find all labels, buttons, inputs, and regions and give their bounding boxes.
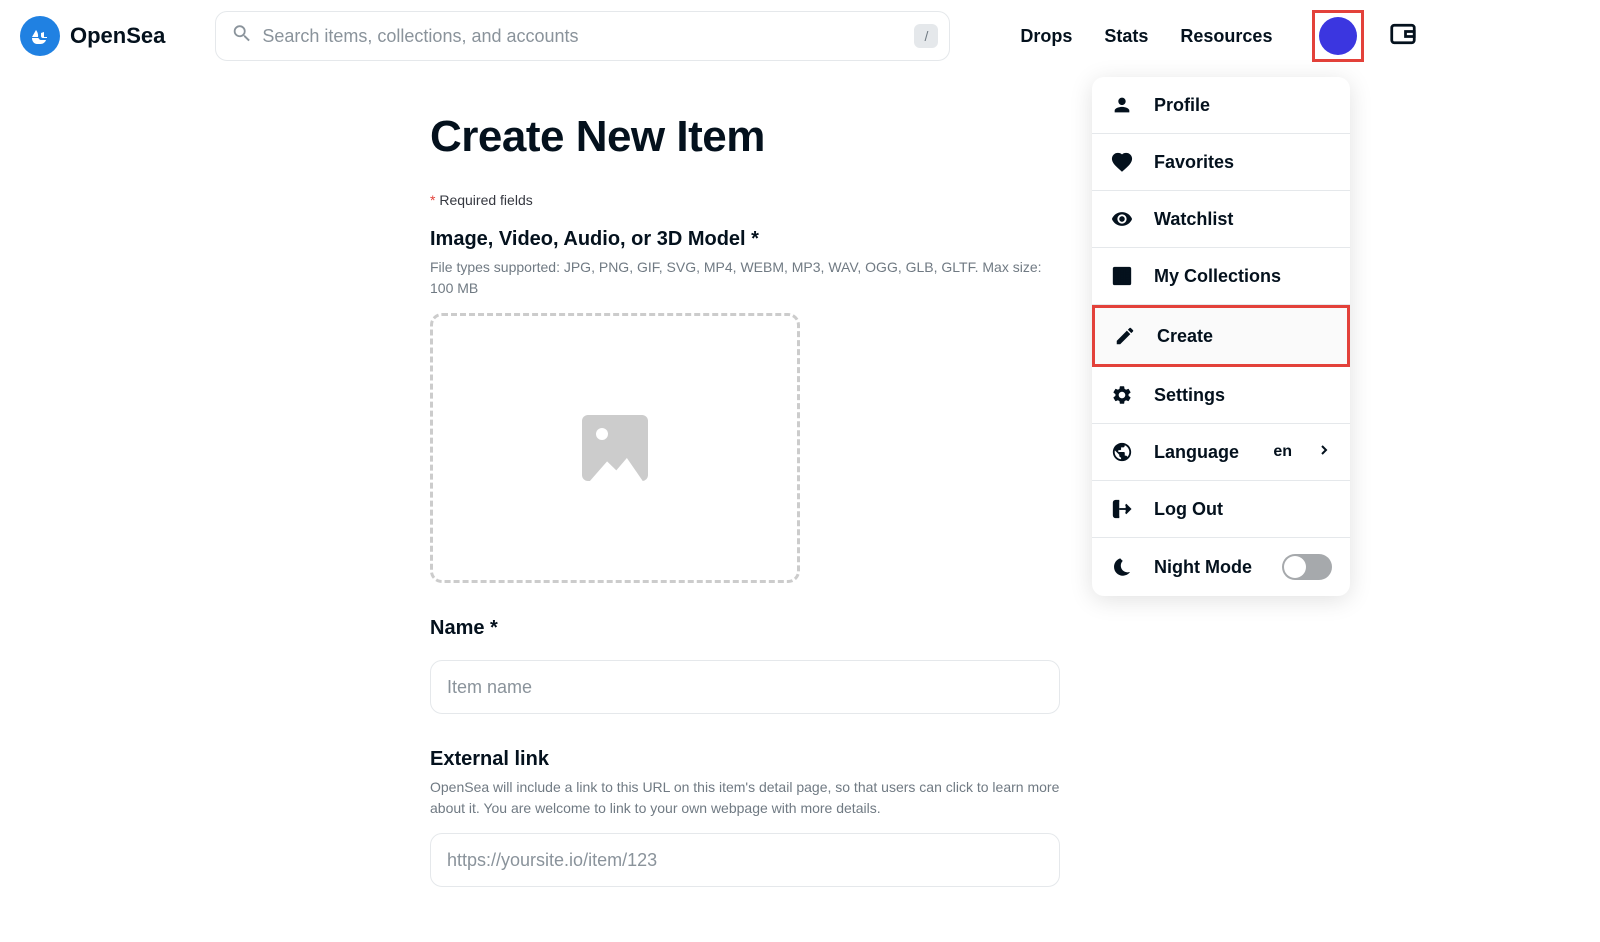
menu-favorites[interactable]: Favorites (1092, 134, 1350, 191)
logout-icon (1110, 497, 1134, 521)
page-title: Create New Item (430, 112, 1060, 162)
avatar-icon (1319, 17, 1357, 55)
gear-icon (1110, 383, 1134, 407)
image-placeholder-icon (582, 415, 648, 481)
account-dropdown: Profile Favorites Watchlist My Collectio… (1092, 77, 1350, 596)
external-link-label: External link (430, 748, 1060, 771)
moon-icon (1110, 555, 1134, 579)
menu-watchlist[interactable]: Watchlist (1092, 191, 1350, 248)
search-icon (231, 23, 253, 50)
menu-label: Profile (1154, 95, 1332, 116)
pencil-icon (1113, 324, 1137, 348)
required-note: * Required fields (430, 192, 1060, 208)
menu-label: Favorites (1154, 152, 1332, 173)
main-nav: Drops Stats Resources (1020, 26, 1272, 47)
menu-label: Settings (1154, 385, 1332, 406)
opensea-logo-icon (20, 16, 60, 56)
menu-collections[interactable]: My Collections (1092, 248, 1350, 305)
header-right (1312, 10, 1418, 62)
external-link-input[interactable] (430, 833, 1060, 887)
media-hint: File types supported: JPG, PNG, GIF, SVG… (430, 257, 1060, 299)
brand-name: OpenSea (70, 23, 165, 49)
menu-label: My Collections (1154, 266, 1332, 287)
wallet-button[interactable] (1388, 19, 1418, 54)
menu-create[interactable]: Create (1092, 305, 1350, 367)
night-mode-toggle[interactable] (1282, 554, 1332, 580)
search-bar: / (215, 11, 950, 61)
menu-label: Night Mode (1154, 557, 1262, 578)
logo[interactable]: OpenSea (20, 16, 165, 56)
nav-stats[interactable]: Stats (1104, 26, 1148, 47)
menu-label: Language (1154, 442, 1253, 463)
language-value: en (1273, 443, 1292, 461)
chevron-right-icon (1316, 442, 1332, 463)
name-input[interactable] (430, 660, 1060, 714)
header: OpenSea / Drops Stats Resources (0, 0, 1600, 72)
menu-label: Create (1157, 326, 1329, 347)
name-label: Name * (430, 617, 1060, 640)
media-label: Image, Video, Audio, or 3D Model * (430, 228, 1060, 251)
person-icon (1110, 93, 1134, 117)
nav-drops[interactable]: Drops (1020, 26, 1072, 47)
menu-language[interactable]: Language en (1092, 424, 1350, 481)
menu-logout[interactable]: Log Out (1092, 481, 1350, 538)
globe-icon (1110, 440, 1134, 464)
grid-icon (1110, 264, 1134, 288)
main-content: Create New Item * Required fields Image,… (430, 112, 1060, 921)
nav-resources[interactable]: Resources (1180, 26, 1272, 47)
menu-night-mode[interactable]: Night Mode (1092, 538, 1350, 596)
menu-settings[interactable]: Settings (1092, 367, 1350, 424)
search-input[interactable] (215, 11, 950, 61)
menu-label: Watchlist (1154, 209, 1332, 230)
account-menu-button[interactable] (1312, 10, 1364, 62)
media-upload-box[interactable] (430, 313, 800, 583)
search-shortcut-key: / (914, 24, 938, 48)
external-link-hint: OpenSea will include a link to this URL … (430, 777, 1060, 819)
menu-label: Log Out (1154, 499, 1332, 520)
menu-profile[interactable]: Profile (1092, 77, 1350, 134)
eye-icon (1110, 207, 1134, 231)
heart-icon (1110, 150, 1134, 174)
